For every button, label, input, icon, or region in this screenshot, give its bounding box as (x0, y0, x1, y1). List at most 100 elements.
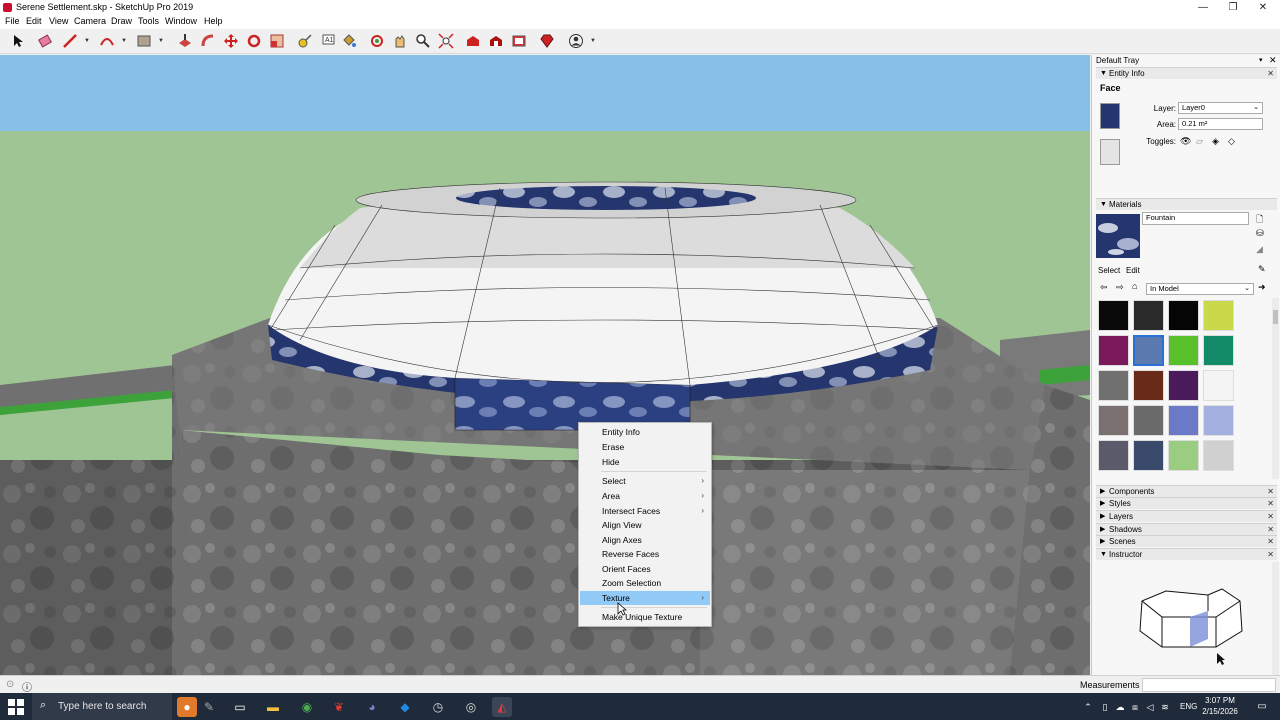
ctx-align-view[interactable]: Align View (580, 518, 710, 532)
receive-shadow-toggle-icon[interactable]: ◇ (1228, 136, 1235, 147)
push-pull-icon[interactable] (176, 32, 194, 50)
account-dropdown-icon[interactable]: ▼ (590, 38, 596, 44)
material-swatch[interactable] (1203, 300, 1234, 331)
tab-edit[interactable]: Edit (1126, 266, 1140, 275)
extension-warehouse-icon[interactable] (487, 32, 505, 50)
styles-header[interactable]: ▶ Styles ✕ (1096, 497, 1277, 509)
material-name-field[interactable]: Fountain (1142, 212, 1249, 225)
back-arrow-icon[interactable]: ⇦ (1100, 282, 1108, 293)
material-swatch[interactable] (1203, 440, 1234, 471)
home-icon[interactable]: ⌂ (1132, 281, 1137, 291)
instructor-scrollbar[interactable] (1272, 562, 1279, 675)
material-swatch[interactable] (1168, 370, 1199, 401)
tab-select[interactable]: Select (1098, 266, 1120, 275)
notifications-icon[interactable]: ▭ (1252, 697, 1272, 717)
discord-icon[interactable]: ◕ (362, 697, 382, 717)
menu-tools[interactable]: Tools (138, 16, 159, 26)
panel-close-icon[interactable]: ✕ (1267, 511, 1274, 522)
area-field[interactable]: 0.21 m² (1178, 118, 1263, 130)
material-swatch[interactable] (1098, 440, 1129, 471)
panel-close-icon[interactable]: ✕ (1267, 536, 1274, 547)
material-swatch[interactable] (1203, 370, 1234, 401)
pencil-icon[interactable] (61, 32, 79, 50)
material-swatch[interactable] (1098, 405, 1129, 436)
select-icon[interactable] (9, 32, 27, 50)
pin-icon[interactable]: ▾ (1259, 56, 1263, 64)
account-icon[interactable] (567, 32, 585, 50)
menu-view[interactable]: View (49, 16, 68, 26)
material-swatch[interactable] (1168, 300, 1199, 331)
sample-paint-icon[interactable]: ◢ (1256, 244, 1263, 255)
entity-info-header[interactable]: ▼ Entity Info ✕ (1096, 67, 1277, 79)
material-swatch[interactable] (1133, 370, 1164, 401)
obs-icon[interactable]: ◎ (461, 697, 481, 717)
measurements-input[interactable] (1142, 678, 1276, 692)
swatch-scrollbar[interactable] (1272, 298, 1279, 479)
minimize-button[interactable]: — (1188, 0, 1218, 15)
ctx-align-axes[interactable]: Align Axes (580, 533, 710, 547)
cast-shadow-toggle-icon[interactable]: ◈ (1212, 136, 1219, 147)
material-swatch[interactable] (1098, 370, 1129, 401)
text-icon[interactable]: A1 (319, 32, 337, 50)
taskbar-search-box[interactable]: ⌕ Type here to search (32, 693, 172, 720)
layers-header[interactable]: ▶ Layers ✕ (1096, 510, 1277, 522)
material-swatch[interactable] (1133, 405, 1164, 436)
pen-app-icon[interactable]: ✎ (199, 697, 219, 717)
ctx-orient-faces[interactable]: Orient Faces (580, 562, 710, 576)
file-explorer-icon[interactable]: ▬ (263, 697, 283, 717)
material-swatch[interactable] (1168, 440, 1199, 471)
scenes-header[interactable]: ▶ Scenes ✕ (1096, 535, 1277, 547)
windows-start-icon[interactable] (8, 699, 24, 715)
menu-file[interactable]: File (5, 16, 20, 26)
pencil-dropdown-icon[interactable]: ▼ (84, 38, 90, 44)
forward-arrow-icon[interactable]: ⇨ (1116, 282, 1124, 293)
info-icon[interactable]: ⓘ (22, 679, 32, 694)
clock-app-icon[interactable]: ◷ (428, 697, 448, 717)
rectangle-dropdown-icon[interactable]: ▼ (158, 38, 164, 44)
basketball-app-icon[interactable]: ● (177, 697, 197, 717)
details-arrow-icon[interactable]: ➜ (1258, 282, 1266, 293)
components-header[interactable]: ▶ Components ✕ (1096, 485, 1277, 497)
scale-icon[interactable] (268, 32, 286, 50)
zoom-icon[interactable] (414, 32, 432, 50)
material-swatch[interactable] (1133, 300, 1164, 331)
app-feather-icon[interactable]: ❦ (329, 697, 349, 717)
menu-edit[interactable]: Edit (26, 16, 42, 26)
material-swatch[interactable] (1168, 335, 1199, 366)
ctx-zoom-selection[interactable]: Zoom Selection (580, 576, 710, 590)
chrome-icon[interactable]: ◉ (297, 697, 317, 717)
ctx-area[interactable]: Area › (580, 489, 710, 503)
material-swatch[interactable] (1098, 300, 1129, 331)
zoom-extents-icon[interactable] (437, 32, 455, 50)
move-icon[interactable] (222, 32, 240, 50)
library-select[interactable]: In Model ⌄ (1146, 283, 1254, 295)
language-indicator[interactable]: ENG (1180, 702, 1197, 711)
ctx-intersect-faces[interactable]: Intersect Faces › (580, 504, 710, 518)
ctx-erase[interactable]: Erase (580, 440, 710, 454)
ctx-hide[interactable]: Hide (580, 455, 710, 469)
geolocation-icon[interactable]: ⊙ (6, 679, 14, 690)
pan-icon[interactable] (391, 32, 409, 50)
face-back-material-swatch[interactable] (1100, 139, 1120, 165)
panel-close-icon[interactable]: ✕ (1267, 549, 1274, 560)
rotate-icon[interactable] (245, 32, 263, 50)
eraser-icon[interactable] (36, 32, 54, 50)
material-swatch[interactable] (1133, 440, 1164, 471)
paint-bucket-icon[interactable] (340, 32, 358, 50)
shadows-header[interactable]: ▶ Shadows ✕ (1096, 523, 1277, 535)
ctx-entity-info[interactable]: Entity Info (580, 425, 710, 439)
ruby-icon[interactable] (538, 32, 556, 50)
follow-me-icon[interactable] (199, 32, 217, 50)
layout-icon[interactable] (510, 32, 528, 50)
material-swatch[interactable] (1168, 405, 1199, 436)
warehouse-icon[interactable] (464, 32, 482, 50)
model-viewport[interactable] (0, 55, 1090, 675)
material-swatch[interactable] (1133, 335, 1164, 366)
blue-app-icon[interactable]: ◆ (395, 697, 415, 717)
menu-camera[interactable]: Camera (74, 16, 106, 26)
menu-help[interactable]: Help (204, 16, 223, 26)
eyedropper-icon[interactable]: ✎ (1258, 264, 1266, 275)
menu-window[interactable]: Window (165, 16, 197, 26)
panel-close-icon[interactable]: ✕ (1267, 68, 1274, 79)
orbit-icon[interactable] (368, 32, 386, 50)
